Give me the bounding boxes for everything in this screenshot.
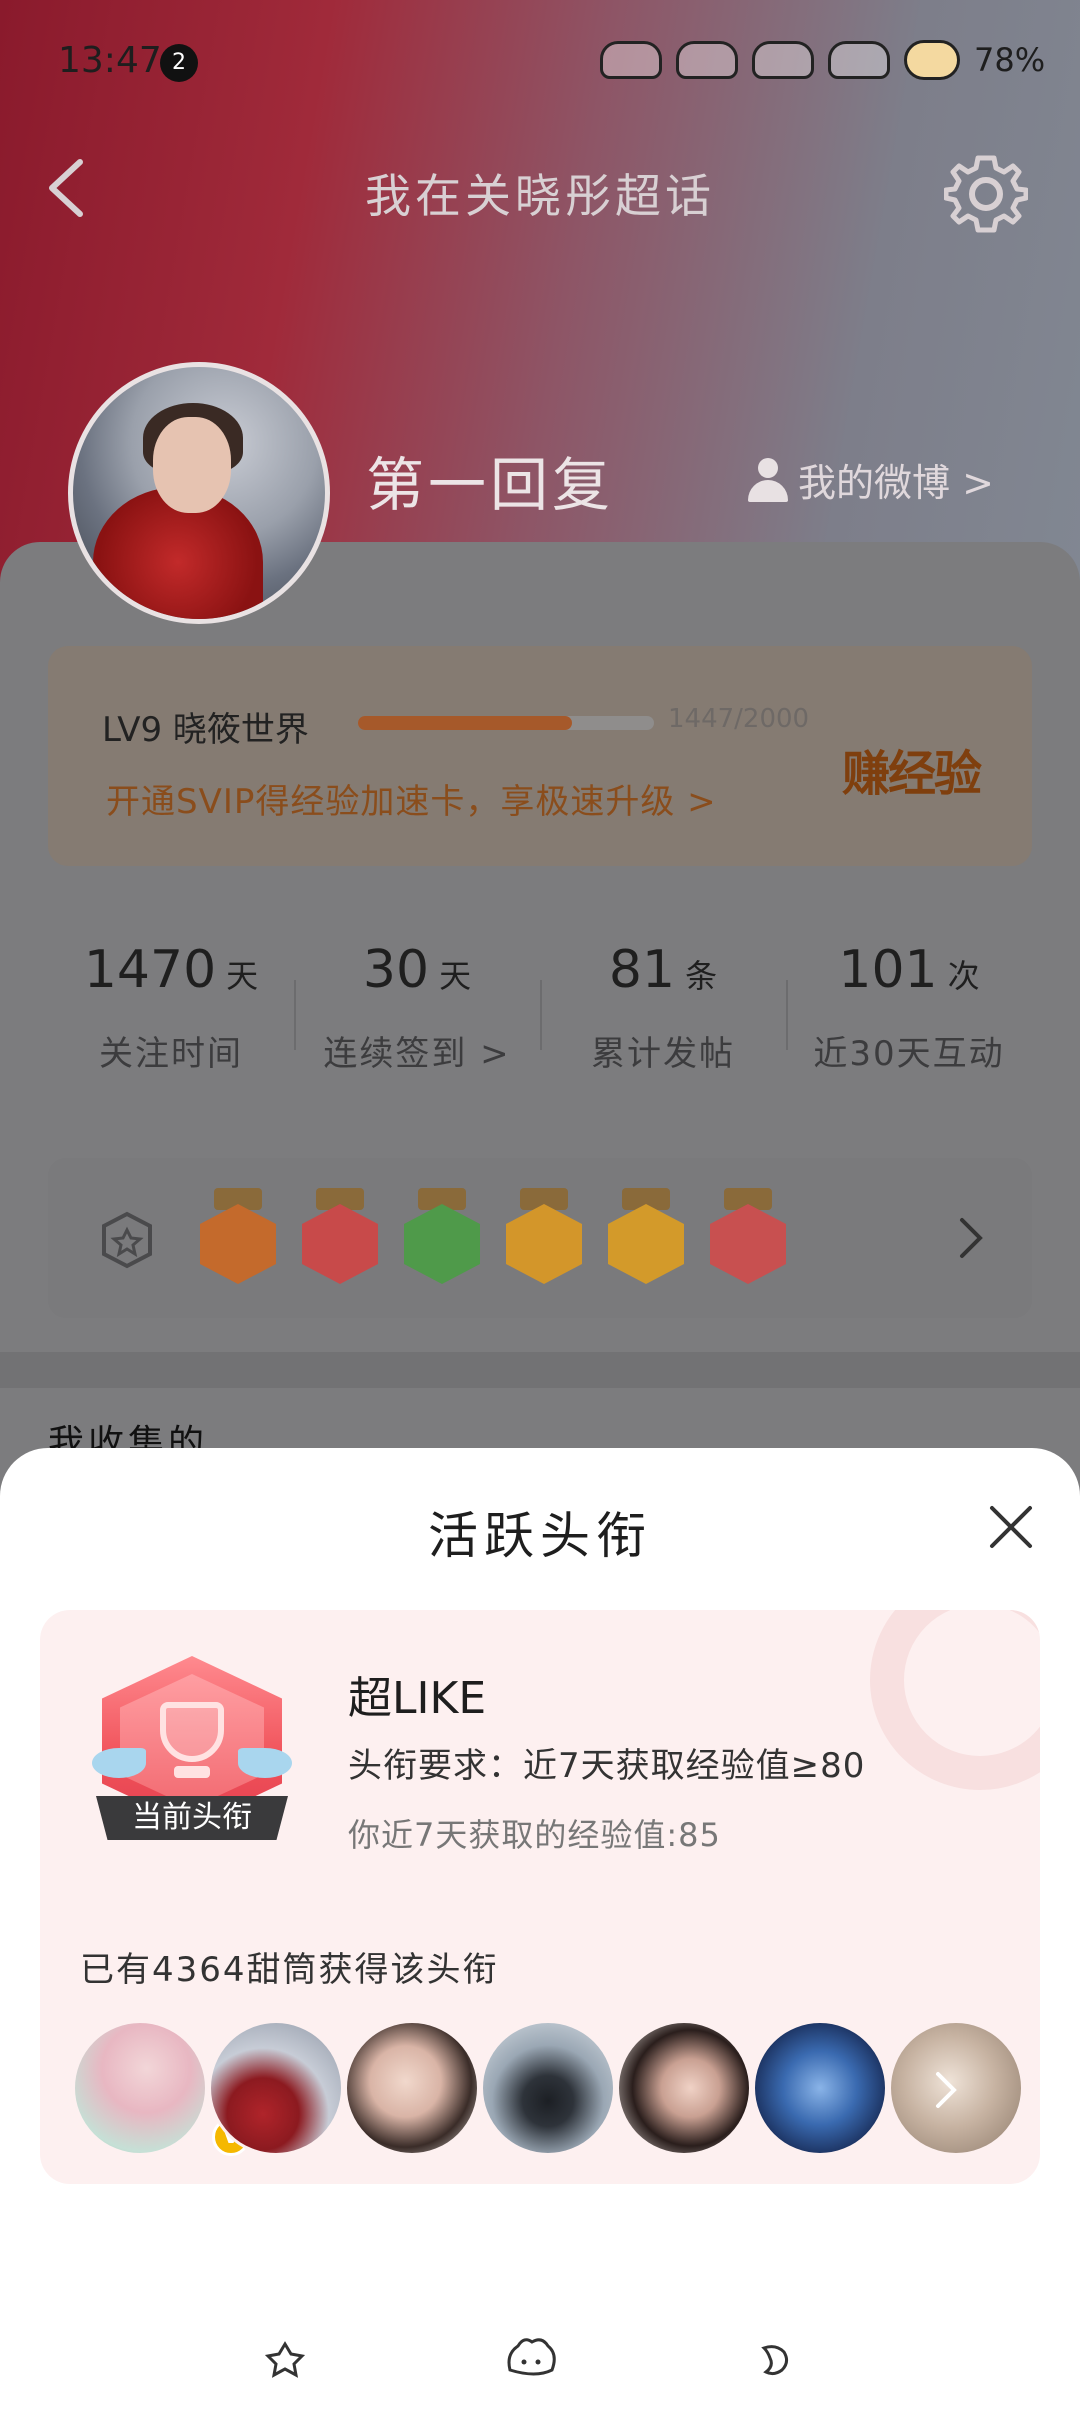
card-decoration bbox=[870, 1610, 1040, 1790]
level-progress-bar bbox=[358, 716, 654, 730]
current-title-tag: 当前头衔 bbox=[96, 1796, 288, 1840]
page-title: 我在关晓彤超话 bbox=[365, 169, 715, 223]
back-moon-icon[interactable] bbox=[740, 2324, 810, 2394]
person-icon bbox=[748, 457, 788, 502]
30-days-badge-icon[interactable] bbox=[506, 1188, 582, 1284]
stat-value: 81 bbox=[608, 940, 676, 1000]
gear-icon[interactable] bbox=[944, 152, 1028, 236]
holder-avatar-2[interactable] bbox=[208, 2020, 344, 2156]
stat-unit: 条 bbox=[685, 957, 718, 995]
signal-sim2-icon bbox=[828, 41, 890, 79]
svip-promo-link[interactable]: 开通SVIP得经验加速卡，享极速升级 > bbox=[106, 774, 717, 823]
bottom-nav-bar bbox=[0, 2304, 1080, 2414]
chevron-right-icon[interactable] bbox=[932, 2070, 962, 2110]
level-progress-fill bbox=[358, 716, 573, 730]
holder-avatars[interactable]: V bbox=[72, 2020, 1032, 2160]
my-weibo-label: 我的微博 > bbox=[798, 461, 994, 505]
username: 第一回复 bbox=[366, 451, 615, 519]
stat-label: 连续签到 > bbox=[323, 1034, 511, 1074]
hand-badge-icon[interactable] bbox=[404, 1188, 480, 1284]
holder-avatar-1[interactable] bbox=[72, 2020, 208, 2156]
stat-interactions: 101 次 近30天互动 bbox=[786, 900, 1032, 1100]
title-name: 超LIKE bbox=[348, 1673, 487, 1724]
stat-unit: 天 bbox=[226, 957, 259, 995]
alarm-icon bbox=[600, 41, 662, 79]
earn-exp-button[interactable]: 赚经验 bbox=[842, 734, 982, 804]
user-avatar[interactable] bbox=[68, 362, 330, 624]
stat-value: 1470 bbox=[83, 940, 217, 1000]
status-icons: 78% bbox=[600, 40, 1045, 80]
stat-label: 近30天互动 bbox=[813, 1034, 1005, 1074]
holder-avatar-6[interactable] bbox=[752, 2020, 888, 2156]
my-exp-value: 你近7天获取的经验值:85 bbox=[348, 1816, 721, 1854]
holder-avatar-3[interactable] bbox=[344, 2020, 480, 2156]
laugh-badge-icon[interactable] bbox=[608, 1188, 684, 1284]
supertopic-profile-page: 13:47 2 78% 我在关晓彤超话 第一回复 我的微博 > LV9 晓筱世界 bbox=[0, 0, 1080, 2414]
section-divider bbox=[0, 1352, 1080, 1388]
stat-checkin-streak[interactable]: 30 天 连续签到 > bbox=[294, 900, 540, 1100]
star-icon[interactable] bbox=[250, 2324, 320, 2394]
my-weibo-link[interactable]: 我的微博 > bbox=[748, 452, 994, 507]
stat-total-posts: 81 条 累计发帖 bbox=[540, 900, 786, 1100]
lv-badge-icon[interactable] bbox=[200, 1188, 276, 1284]
status-time: 13:47 bbox=[58, 40, 162, 81]
stat-value: 30 bbox=[362, 940, 430, 1000]
stat-follow-days: 1470 天 关注时间 bbox=[48, 900, 294, 1100]
battery-percent: 78% bbox=[974, 41, 1046, 79]
title-card: 当前头衔 超LIKE 头衔要求：近7天获取经验值≥80 你近7天获取的经验值:8… bbox=[40, 1610, 1040, 2184]
signal-sim1-icon bbox=[752, 41, 814, 79]
level-box[interactable]: LV9 晓筱世界 1447/2000 开通SVIP得经验加速卡，享极速升级 > … bbox=[48, 646, 1032, 866]
trophy-badge-icon[interactable] bbox=[302, 1188, 378, 1284]
title-badge: 当前头衔 bbox=[92, 1656, 292, 1840]
stat-unit: 天 bbox=[439, 957, 472, 995]
stats-row: 1470 天 关注时间 30 天 连续签到 > 81 条 累计发帖 101 次 近30天… bbox=[48, 900, 1032, 1100]
notification-count-badge: 2 bbox=[160, 44, 198, 82]
stat-value: 101 bbox=[838, 940, 938, 1000]
title-requirement: 头衔要求：近7天获取经验值≥80 bbox=[348, 1746, 866, 1786]
stat-label: 关注时间 bbox=[99, 1034, 243, 1074]
status-bar: 13:47 2 78% bbox=[0, 0, 1080, 120]
holder-count: 已有4364甜筒获得该头衔 bbox=[80, 1950, 499, 1990]
level-label: LV9 晓筱世界 bbox=[102, 710, 309, 750]
stat-label: 累计发帖 bbox=[591, 1034, 735, 1074]
battery-icon bbox=[904, 40, 960, 80]
badge-row[interactable] bbox=[48, 1158, 1032, 1318]
sheet-title: 活跃头衔 bbox=[428, 1507, 652, 1565]
holder-avatar-5[interactable] bbox=[616, 2020, 752, 2156]
holder-avatar-4[interactable] bbox=[480, 2020, 616, 2156]
rock-hand-badge-icon[interactable] bbox=[710, 1188, 786, 1284]
stat-unit: 次 bbox=[947, 957, 980, 995]
notification-icon bbox=[676, 41, 738, 79]
close-icon[interactable] bbox=[988, 1504, 1034, 1550]
level-progress-text: 1447/2000 bbox=[668, 704, 810, 734]
badge-list bbox=[200, 1188, 786, 1284]
active-title-sheet: 活跃头衔 当前头衔 超LIKE 头衔要求：近7天获取经验值≥80 你近7天获取的… bbox=[0, 1448, 1080, 2414]
chevron-right-icon[interactable] bbox=[956, 1216, 986, 1260]
home-sheep-icon[interactable] bbox=[496, 2324, 566, 2394]
badge-shield-icon bbox=[102, 1211, 152, 1269]
